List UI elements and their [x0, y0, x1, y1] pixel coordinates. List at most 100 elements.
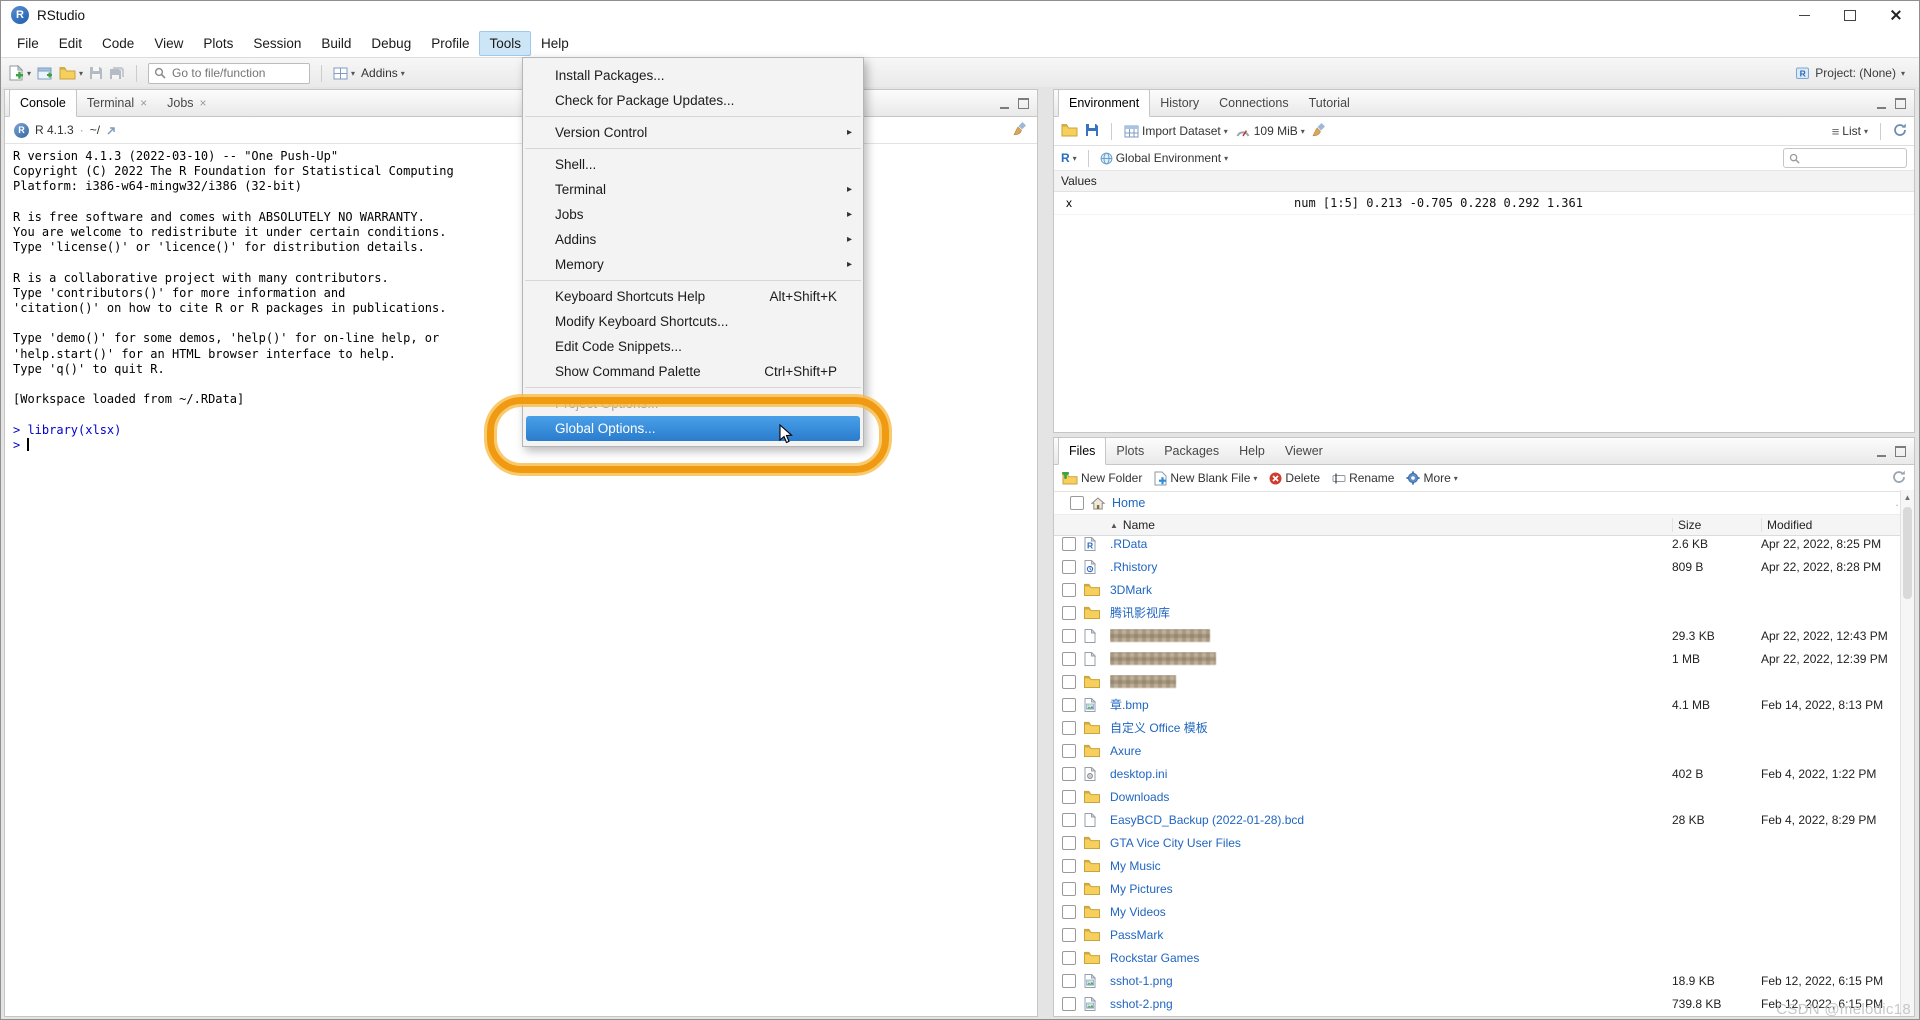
delete-button[interactable]: Delete — [1269, 471, 1320, 485]
new-folder-button[interactable]: New Folder — [1062, 471, 1142, 485]
column-header-name[interactable]: ▲ Name — [1110, 518, 1672, 532]
goto-file-function-input[interactable] — [170, 65, 295, 81]
file-row[interactable]: Axure — [1054, 739, 1901, 762]
file-name-link[interactable]: Downloads — [1110, 790, 1667, 804]
menu-tools[interactable]: Tools — [479, 30, 531, 56]
save-all-button[interactable] — [109, 66, 125, 81]
column-header-modified[interactable]: Modified — [1761, 518, 1901, 532]
file-name-link[interactable]: desktop.ini — [1110, 767, 1667, 781]
files-scrollbar[interactable]: ▲ — [1900, 490, 1914, 1016]
file-row[interactable] — [1054, 1015, 1901, 1016]
menu-item-check-for-package-updates[interactable]: Check for Package Updates... — [523, 88, 863, 113]
clear-environment-button[interactable] — [1312, 122, 1327, 140]
scrollbar-thumb[interactable] — [1903, 507, 1912, 599]
save-workspace-button[interactable] — [1085, 123, 1099, 140]
display-mode-button[interactable]: ≡ List ▾ — [1832, 124, 1868, 139]
environment-variable-row[interactable]: x num [1:5] 0.213 -0.705 0.228 0.292 1.3… — [1054, 192, 1914, 215]
file-row[interactable]: 章.bmp 4.1 MB Feb 14, 2022, 8:13 PM — [1054, 693, 1901, 716]
file-checkbox[interactable] — [1062, 605, 1076, 620]
file-name-link[interactable]: My Pictures — [1110, 882, 1667, 896]
close-window-button[interactable] — [1873, 1, 1919, 29]
tab-help[interactable]: Help — [1229, 438, 1275, 464]
file-row[interactable]: 3DMark — [1054, 578, 1901, 601]
tab-console[interactable]: Console — [9, 90, 77, 117]
file-checkbox[interactable] — [1062, 536, 1076, 551]
tab-history[interactable]: History — [1150, 90, 1209, 116]
goto-directory-icon[interactable] — [106, 125, 117, 136]
file-name-link[interactable]: 3DMark — [1110, 583, 1667, 597]
file-row[interactable]: .Rhistory 809 B Apr 22, 2022, 8:28 PM — [1054, 555, 1901, 578]
file-name-link[interactable] — [1110, 674, 1667, 689]
minimize-pane-icon[interactable] — [1877, 99, 1886, 109]
file-row[interactable] — [1054, 670, 1901, 693]
file-row[interactable]: PassMark — [1054, 923, 1901, 946]
file-name-link[interactable]: .RData — [1110, 537, 1667, 551]
file-checkbox[interactable] — [1062, 881, 1076, 896]
file-name-link[interactable]: 腾讯影视库 — [1110, 604, 1667, 621]
file-row[interactable]: My Pictures — [1054, 877, 1901, 900]
menu-item-shell[interactable]: Shell... — [523, 152, 863, 177]
file-checkbox[interactable] — [1062, 674, 1076, 689]
load-workspace-button[interactable] — [1061, 123, 1078, 140]
file-row[interactable]: Downloads — [1054, 785, 1901, 808]
file-checkbox[interactable] — [1062, 743, 1076, 758]
menu-item-addins[interactable]: Addins ▸ — [523, 227, 863, 252]
maximize-window-button[interactable] — [1827, 1, 1873, 29]
file-name-link[interactable]: sshot-2.png — [1110, 997, 1667, 1011]
menu-item-keyboard-shortcuts-help[interactable]: Keyboard Shortcuts Help Alt+Shift+K — [523, 284, 863, 309]
file-row[interactable]: desktop.ini 402 B Feb 4, 2022, 1:22 PM — [1054, 762, 1901, 785]
file-checkbox[interactable] — [1062, 927, 1076, 942]
menu-file[interactable]: File — [7, 31, 49, 56]
menu-item-modify-keyboard-shortcuts[interactable]: Modify Keyboard Shortcuts... — [523, 309, 863, 334]
file-row[interactable]: R .RData 2.6 KB Apr 22, 2022, 8:25 PM — [1054, 532, 1901, 555]
menu-session[interactable]: Session — [243, 31, 311, 56]
file-name-link[interactable]: My Videos — [1110, 905, 1667, 919]
tab-tutorial[interactable]: Tutorial — [1299, 90, 1360, 116]
clear-console-button[interactable] — [1013, 121, 1028, 139]
file-name-link[interactable]: sshot-1.png — [1110, 974, 1667, 988]
file-row[interactable]: My Videos — [1054, 900, 1901, 923]
tab-packages[interactable]: Packages — [1154, 438, 1229, 464]
maximize-pane-icon[interactable] — [1895, 446, 1906, 457]
file-row[interactable]: sshot-2.png 739.8 KB Feb 12, 2022, 6:15 PM — [1054, 992, 1901, 1015]
close-tab-icon[interactable]: × — [140, 97, 147, 109]
file-checkbox[interactable] — [1062, 835, 1076, 850]
file-name-link[interactable]: Rockstar Games — [1110, 951, 1667, 965]
file-row[interactable]: sshot-1.png 18.9 KB Feb 12, 2022, 6:15 PM — [1054, 969, 1901, 992]
menu-item-show-command-palette[interactable]: Show Command Palette Ctrl+Shift+P — [523, 359, 863, 384]
new-file-button[interactable]: ▾ — [9, 65, 31, 81]
file-row[interactable]: 1 MB Apr 22, 2022, 12:39 PM — [1054, 647, 1901, 670]
minimize-pane-icon[interactable] — [1877, 447, 1886, 457]
refresh-files-button[interactable] — [1892, 470, 1906, 487]
file-checkbox[interactable] — [1062, 950, 1076, 965]
addins-button[interactable]: Addins ▾ — [361, 66, 405, 80]
menu-item-jobs[interactable]: Jobs ▸ — [523, 202, 863, 227]
tab-files[interactable]: Files — [1058, 438, 1107, 465]
new-project-button[interactable] — [37, 66, 53, 81]
menu-help[interactable]: Help — [531, 31, 579, 56]
file-row[interactable]: My Music — [1054, 854, 1901, 877]
menu-build[interactable]: Build — [311, 31, 361, 56]
menu-debug[interactable]: Debug — [361, 31, 421, 56]
file-checkbox[interactable] — [1062, 720, 1076, 735]
file-name-link[interactable]: Axure — [1110, 744, 1667, 758]
file-name-link[interactable]: PassMark — [1110, 928, 1667, 942]
menu-item-edit-code-snippets[interactable]: Edit Code Snippets... — [523, 334, 863, 359]
tab-terminal[interactable]: Terminal × — [77, 90, 157, 116]
new-blank-file-button[interactable]: New Blank File ▾ — [1154, 471, 1257, 486]
file-name-link[interactable]: .Rhistory — [1110, 560, 1667, 574]
file-name-link[interactable]: 自定义 Office 模板 — [1110, 719, 1667, 736]
menu-item-install-packages[interactable]: Install Packages... — [523, 63, 863, 88]
file-checkbox[interactable] — [1062, 789, 1076, 804]
file-name-link[interactable] — [1110, 628, 1667, 643]
menu-view[interactable]: View — [144, 31, 193, 56]
tab-connections[interactable]: Connections — [1209, 90, 1299, 116]
file-checkbox[interactable] — [1062, 766, 1076, 781]
maximize-pane-icon[interactable] — [1895, 98, 1906, 109]
minimize-pane-icon[interactable] — [1000, 99, 1009, 109]
close-tab-icon[interactable]: × — [200, 97, 207, 109]
file-row[interactable]: 腾讯影视库 — [1054, 601, 1901, 624]
console-output[interactable]: R version 4.1.3 (2022-03-10) -- "One Pus… — [5, 143, 1037, 1016]
file-row[interactable]: EasyBCD_Backup (2022-01-28).bcd 28 KB Feb … — [1054, 808, 1901, 831]
rename-button[interactable]: Rename — [1332, 471, 1394, 485]
